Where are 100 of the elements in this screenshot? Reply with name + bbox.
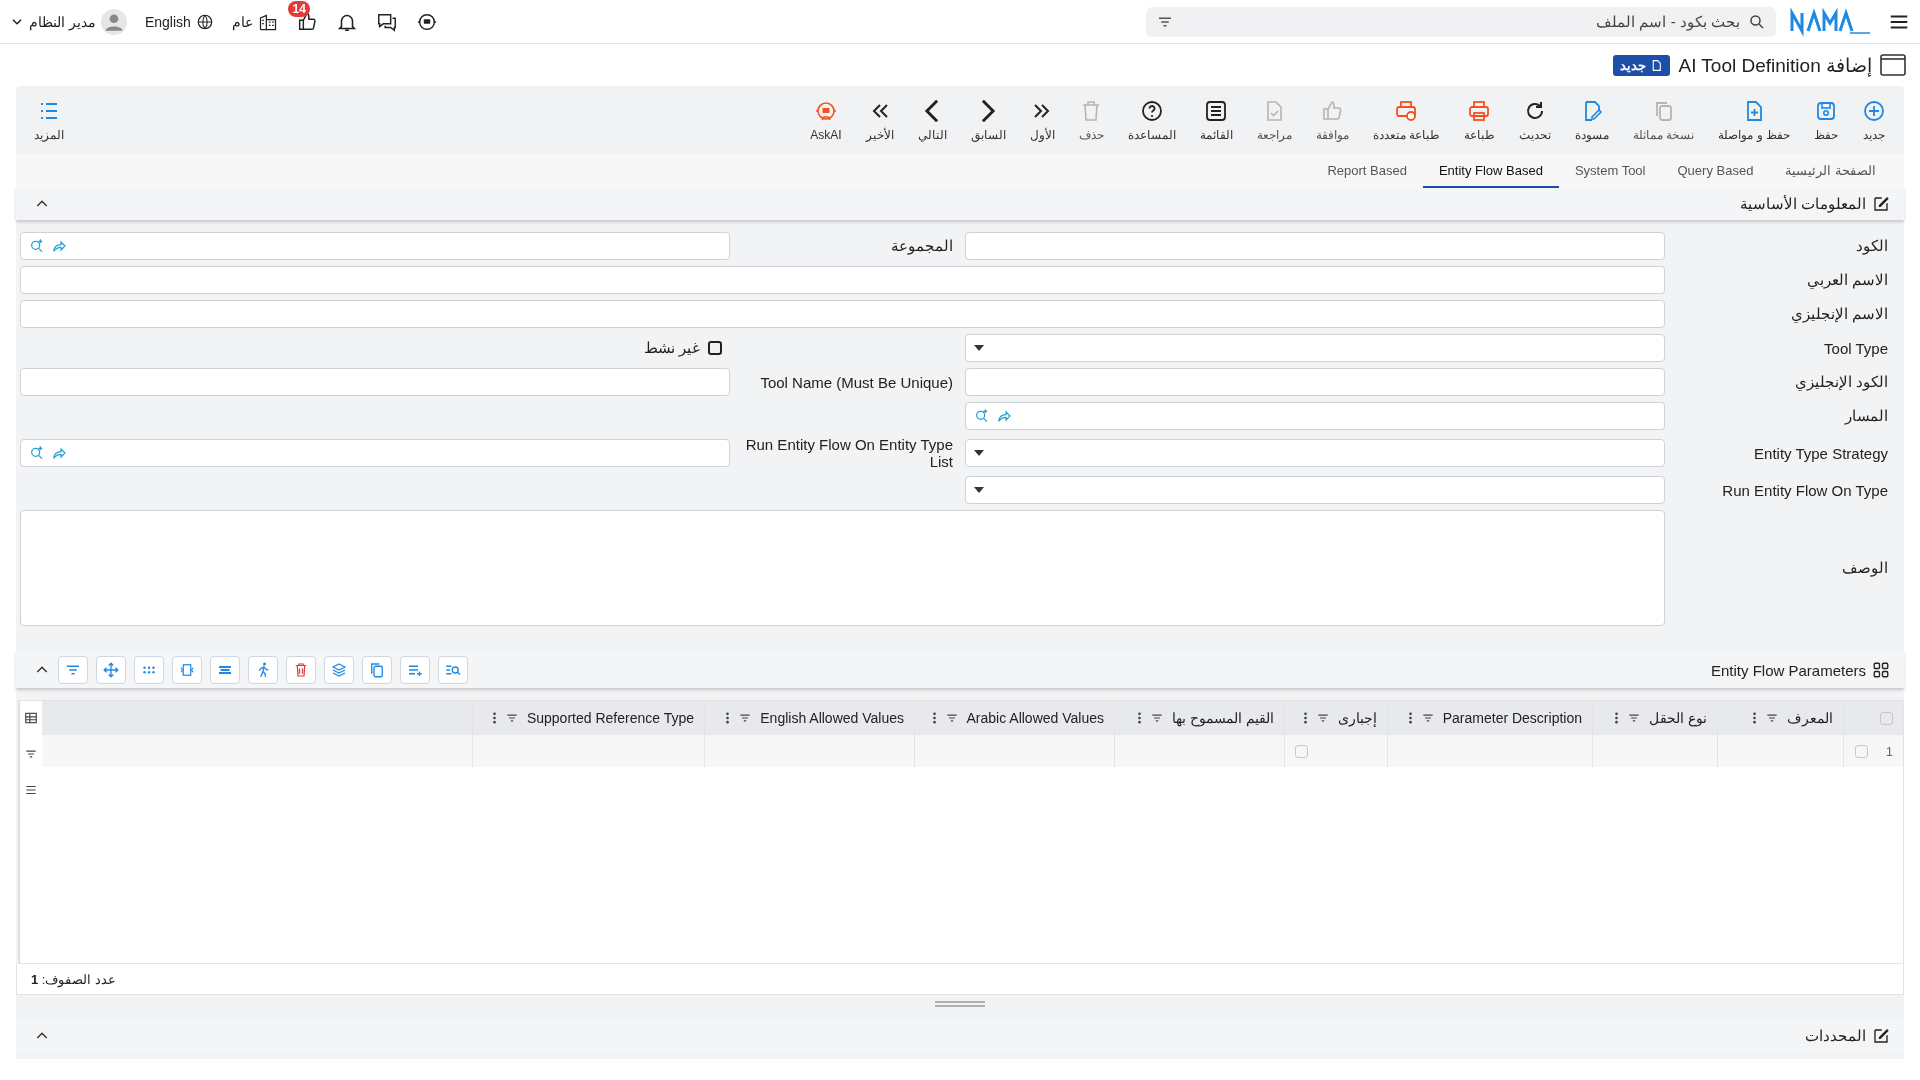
share-arrow-icon[interactable] bbox=[996, 408, 1012, 424]
input-field[interactable] bbox=[20, 368, 730, 396]
dropdown-icon bbox=[974, 450, 984, 456]
previous-button[interactable]: السابق bbox=[960, 94, 1016, 146]
save-button[interactable]: حفظ bbox=[1804, 94, 1848, 146]
tab[interactable]: الصفحة الرئيسية bbox=[1769, 154, 1892, 188]
field-label: Tool Type bbox=[1823, 338, 1889, 359]
filter-icon[interactable] bbox=[1420, 711, 1435, 725]
field-label: الوصف bbox=[1841, 558, 1889, 579]
status-badge: جديد bbox=[1613, 54, 1671, 76]
search-plus-icon[interactable] bbox=[29, 238, 45, 254]
column-menu-icon[interactable] bbox=[1407, 711, 1413, 725]
help-icon bbox=[1139, 98, 1164, 123]
move-arrows-icon bbox=[102, 661, 120, 679]
plus-circle-icon bbox=[1862, 98, 1886, 123]
save-continue-button[interactable]: حفظ و مواصلة bbox=[1708, 94, 1800, 146]
mandatory-checkbox[interactable] bbox=[1295, 744, 1308, 758]
edit-icon bbox=[1872, 1027, 1890, 1045]
dropdown-field[interactable] bbox=[965, 334, 1665, 362]
refresh-button[interactable]: تحديث bbox=[1509, 94, 1561, 146]
user-name[interactable]: مدير النظام bbox=[29, 13, 96, 30]
last-button[interactable]: الأخير bbox=[855, 94, 904, 146]
lookup-field[interactable] bbox=[965, 402, 1665, 430]
filter-icon[interactable] bbox=[24, 747, 38, 761]
multi-print-button[interactable]: طباعة متعددة bbox=[1362, 94, 1450, 146]
new-button[interactable]: جديد bbox=[1852, 94, 1896, 146]
running-figure-button[interactable] bbox=[248, 656, 278, 684]
column-menu-icon[interactable] bbox=[725, 711, 731, 725]
ai-button[interactable]: AskAI bbox=[800, 94, 852, 146]
next-button[interactable]: التالي bbox=[907, 94, 957, 146]
dropdown-field[interactable] bbox=[965, 476, 1665, 504]
input-field[interactable] bbox=[965, 368, 1665, 396]
table-icon[interactable] bbox=[24, 711, 38, 725]
filter-icon[interactable] bbox=[504, 711, 519, 725]
dots-grid-button[interactable] bbox=[134, 656, 164, 684]
row-checkbox[interactable] bbox=[1854, 744, 1868, 758]
filter-icon[interactable] bbox=[1627, 711, 1642, 725]
field-label: الاسم العربي bbox=[1805, 270, 1889, 291]
tab[interactable]: System Tool bbox=[1558, 154, 1662, 188]
search-plus-icon[interactable] bbox=[974, 408, 990, 424]
input-field[interactable] bbox=[20, 300, 1665, 328]
workspace-label[interactable]: عام bbox=[231, 13, 253, 30]
search-plus-icon[interactable] bbox=[29, 445, 45, 461]
input-field[interactable] bbox=[20, 266, 1665, 294]
table-rows-button[interactable] bbox=[210, 656, 240, 684]
dropdown-icon bbox=[974, 487, 984, 493]
filter-button[interactable] bbox=[58, 656, 88, 684]
printer-icon bbox=[1467, 98, 1492, 123]
share-arrow-icon[interactable] bbox=[51, 238, 67, 254]
add-lines-button[interactable] bbox=[400, 656, 430, 684]
select-all-checkbox[interactable] bbox=[1880, 711, 1893, 725]
more-button[interactable]: المزيد bbox=[24, 94, 74, 146]
list-icon bbox=[1204, 98, 1229, 123]
layers-button[interactable] bbox=[324, 656, 354, 684]
filter-icon[interactable] bbox=[738, 711, 753, 725]
column-menu-icon[interactable] bbox=[1137, 711, 1143, 725]
field-label: المسار bbox=[1843, 406, 1889, 427]
filter-icon[interactable] bbox=[1765, 711, 1779, 725]
menu-icon[interactable] bbox=[24, 783, 38, 797]
lookup-field[interactable] bbox=[20, 439, 730, 467]
resize-handle[interactable] bbox=[935, 1001, 985, 1007]
dropdown-field[interactable] bbox=[965, 439, 1665, 467]
tab[interactable]: Report Based bbox=[1311, 154, 1423, 188]
print-button[interactable]: طباعة bbox=[1454, 94, 1505, 146]
chevron-icon bbox=[980, 98, 997, 123]
field-label: الكود bbox=[1855, 236, 1889, 257]
section-title: المعلومات الأساسية bbox=[1739, 195, 1866, 213]
filter-icon[interactable] bbox=[1316, 711, 1330, 725]
language-link[interactable]: English bbox=[144, 13, 191, 30]
field-label: الاسم الإنجليزي bbox=[1789, 304, 1889, 325]
field-label: الكود الإنجليزي bbox=[1793, 372, 1889, 393]
first-button[interactable]: الأول bbox=[1019, 94, 1065, 146]
column-menu-icon[interactable] bbox=[1303, 711, 1308, 725]
grid-icon bbox=[1872, 661, 1890, 679]
filter-icon[interactable] bbox=[1150, 711, 1165, 725]
share-arrow-icon[interactable] bbox=[51, 445, 67, 461]
draft-button[interactable]: مسودة bbox=[1565, 94, 1619, 146]
checkbox[interactable] bbox=[708, 341, 722, 355]
input-field[interactable] bbox=[965, 232, 1665, 260]
list-button[interactable]: القائمة bbox=[1189, 94, 1243, 146]
column-menu-icon[interactable] bbox=[491, 711, 497, 725]
trash-button[interactable] bbox=[286, 656, 316, 684]
help-button[interactable]: المساعدة bbox=[1117, 94, 1186, 146]
notification-badge: 14 bbox=[288, 0, 310, 17]
layers-icon bbox=[330, 661, 348, 679]
section-title: Entity Flow Parameters bbox=[1710, 661, 1866, 679]
copy-button[interactable] bbox=[362, 656, 392, 684]
search-field[interactable]: بحث بكود - اسم الملف bbox=[1146, 6, 1776, 37]
fit-columns-button[interactable] bbox=[172, 656, 202, 684]
tab[interactable]: Query Based bbox=[1661, 154, 1770, 188]
column-menu-icon[interactable] bbox=[931, 711, 937, 725]
column-menu-icon[interactable] bbox=[1752, 711, 1757, 725]
filter-icon[interactable] bbox=[944, 711, 959, 725]
field-label: Run Entity Flow On Entity Type List bbox=[744, 436, 954, 470]
lookup-field[interactable] bbox=[20, 232, 730, 260]
file-icon bbox=[1650, 58, 1664, 72]
checkbox-label: غير نشط bbox=[643, 339, 700, 357]
column-menu-icon[interactable] bbox=[1614, 711, 1620, 725]
find-lines-button[interactable] bbox=[438, 656, 468, 684]
move-arrows-button[interactable] bbox=[96, 656, 126, 684]
